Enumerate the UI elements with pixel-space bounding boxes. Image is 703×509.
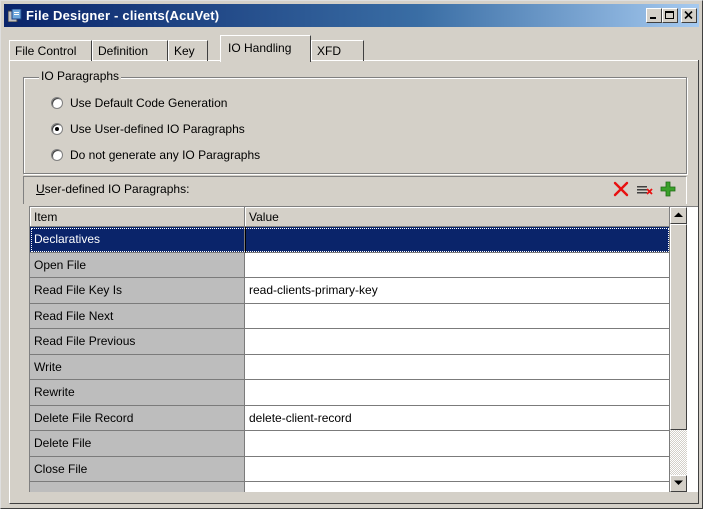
item-cell[interactable]: Write [30, 354, 245, 380]
column-header-value[interactable]: Value [245, 207, 670, 227]
value-cell[interactable] [245, 329, 670, 355]
item-cell[interactable]: Close File [30, 456, 245, 482]
value-cell[interactable] [245, 380, 670, 406]
value-cell[interactable] [245, 431, 670, 457]
radio-user-defined-io-paragraphs[interactable]: Use User-defined IO Paragraphs [51, 121, 245, 137]
tab-io-handling[interactable]: IO Handling [220, 35, 311, 62]
item-cell[interactable]: Delete File [30, 431, 245, 457]
arrow-up-icon [674, 212, 683, 217]
delete-button[interactable] [611, 179, 631, 199]
item-cell[interactable] [30, 482, 245, 492]
item-cell[interactable]: Read File Previous [30, 329, 245, 355]
radio-button-indicator[interactable] [51, 123, 63, 135]
tab-strip: File Control Definition Key IO Handling … [9, 35, 699, 62]
table-row[interactable]: Rewrite [30, 380, 670, 406]
radio-label: Use Default Code Generation [70, 96, 228, 110]
item-cell[interactable]: Declaratives [30, 227, 245, 253]
value-cell[interactable] [245, 354, 670, 380]
tab-label: IO Handling [228, 41, 292, 55]
table-row[interactable]: Write [30, 354, 670, 380]
table-row[interactable]: Delete File [30, 431, 670, 457]
table-row[interactable] [30, 482, 670, 492]
radio-button-indicator[interactable] [51, 97, 63, 109]
title-bar[interactable]: File Designer - clients(AcuVet) [4, 4, 699, 27]
radio-label: Use User-defined IO Paragraphs [70, 122, 245, 136]
item-cell[interactable]: Read File Next [30, 303, 245, 329]
grid-header: Item Value [30, 207, 670, 227]
tab-key[interactable]: Key [168, 40, 208, 61]
tab-label: XFD [317, 44, 341, 58]
tab-file-control[interactable]: File Control [9, 40, 92, 61]
value-cell[interactable]: read-clients-primary-key [245, 278, 670, 304]
table-row[interactable]: Declaratives [30, 227, 670, 253]
add-button[interactable] [658, 179, 678, 199]
radio-label: Do not generate any IO Paragraphs [70, 148, 261, 162]
io-paragraphs-legend: IO Paragraphs [39, 69, 122, 83]
tab-label: Key [174, 44, 195, 58]
item-cell[interactable]: Rewrite [30, 380, 245, 406]
file-designer-icon [7, 8, 22, 23]
value-cell[interactable] [245, 303, 670, 329]
item-cell[interactable]: Delete File Record [30, 405, 245, 431]
value-cell[interactable]: delete-client-record [245, 405, 670, 431]
table-row[interactable]: Open File [30, 252, 670, 278]
value-cell[interactable] [245, 482, 670, 492]
radio-default-code-generation[interactable]: Use Default Code Generation [51, 95, 227, 111]
value-cell[interactable] [245, 456, 670, 482]
scroll-up-button[interactable] [670, 207, 687, 224]
window-title: File Designer - clients(AcuVet) [26, 8, 220, 23]
file-designer-window: File Designer - clients(AcuVet) File Con… [0, 0, 703, 509]
accelerator-key: U [36, 182, 45, 196]
clear-list-button[interactable] [635, 179, 655, 199]
user-defined-io-paragraphs-label: User-defined IO Paragraphs: [36, 182, 189, 196]
item-cell[interactable]: Read File Key Is [30, 278, 245, 304]
scrollbar-track[interactable] [670, 430, 687, 475]
table-row[interactable]: Read File Previous [30, 329, 670, 355]
scrollbar-thumb[interactable] [670, 224, 687, 430]
table-row[interactable]: Read File Next [30, 303, 670, 329]
radio-button-indicator[interactable] [51, 149, 63, 161]
table-row[interactable]: Delete File Record delete-client-record [30, 405, 670, 431]
radio-no-io-paragraphs[interactable]: Do not generate any IO Paragraphs [51, 147, 260, 163]
value-cell[interactable] [245, 227, 670, 253]
close-button[interactable] [681, 8, 697, 23]
item-cell[interactable]: Open File [30, 252, 245, 278]
scroll-down-button[interactable] [670, 475, 687, 492]
maximize-button[interactable] [662, 8, 678, 23]
io-paragraphs-grid[interactable]: Item Value Declaratives Open File Read F… [29, 206, 698, 492]
vertical-scrollbar[interactable] [670, 207, 687, 492]
arrow-down-icon [674, 480, 683, 485]
column-header-item[interactable]: Item [30, 207, 245, 227]
minimize-button[interactable] [646, 8, 662, 23]
value-cell[interactable] [245, 252, 670, 278]
tab-definition[interactable]: Definition [92, 40, 168, 61]
tab-xfd[interactable]: XFD [311, 40, 364, 61]
tab-label: Definition [98, 44, 149, 58]
table-row[interactable]: Close File [30, 456, 670, 482]
label-text: ser-defined IO Paragraphs: [44, 182, 190, 196]
tab-label: File Control [15, 44, 77, 58]
table-row[interactable]: Read File Key Is read-clients-primary-ke… [30, 278, 670, 304]
